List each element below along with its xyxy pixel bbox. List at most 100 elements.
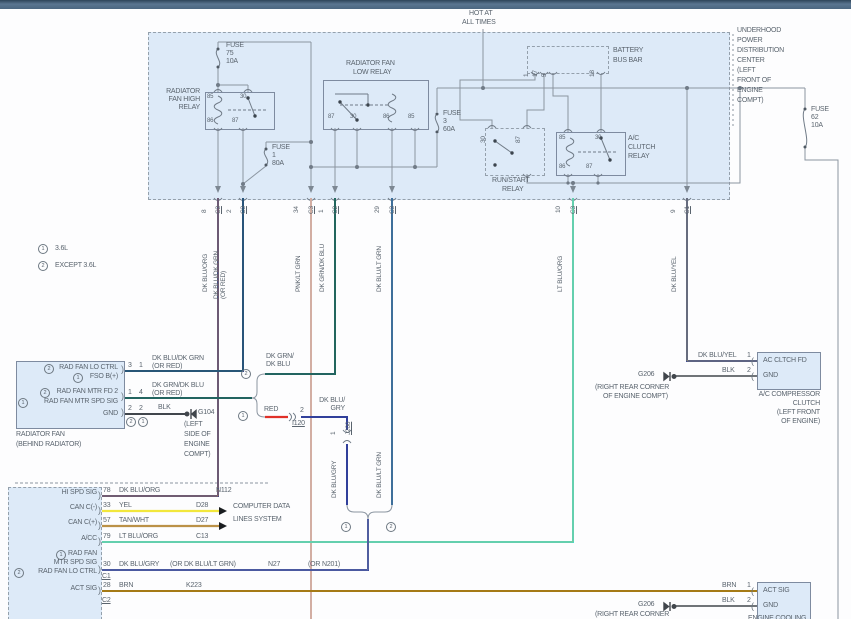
ac-pin-bracket: ( xyxy=(751,356,754,366)
wire-name-dk-blu-dk-grn: DK BLU/DK GRN (OR RED) xyxy=(213,251,227,299)
low-relay-pin-87: 87 xyxy=(328,114,335,120)
ac-relay-pin-86: 86 xyxy=(559,164,566,170)
pcm-connector-c1: C1 xyxy=(102,573,111,580)
ac-label-gnd: GND xyxy=(763,372,778,379)
ground-g206b-label: G206 xyxy=(638,601,655,608)
fan-row1-wire-alt: (OR RED) xyxy=(152,363,183,370)
g206b-location-line1: (RIGHT REAR CORNER xyxy=(595,611,670,618)
exit-pin: 29 xyxy=(374,206,381,213)
pcm-r6-wire: BRN xyxy=(119,582,134,589)
i120-connector-label: I120 xyxy=(292,420,305,427)
ac-relay-pin-87: 87 xyxy=(586,164,593,170)
act-wire1-name: BRN xyxy=(722,582,737,589)
merge-symbol-1: 1 xyxy=(341,522,351,532)
note-2-text: EXCEPT 3.6L xyxy=(55,262,97,269)
pcm-r5-wire-alt: (OR DK BLU/LT GRN) xyxy=(170,561,236,568)
window-top-bar xyxy=(0,0,851,9)
pcm-r5-circuit: N27 xyxy=(268,561,281,568)
exit-conn: C3 xyxy=(215,206,222,214)
fan-row3-pin-a: 2 xyxy=(128,405,132,412)
fan-row1-wire-name: DK BLU/DK GRN xyxy=(152,355,204,362)
fuse-62-amps: 10A xyxy=(811,122,823,129)
pcm-pin-label-hi-spd-sig: HI SPD SIG xyxy=(61,489,98,496)
j200-pin: 1 xyxy=(330,431,337,435)
fan-caption-line1: RADIATOR FAN xyxy=(16,431,65,438)
fan-row3-wire-name: BLK xyxy=(158,404,171,411)
pcm-r5-wire: DK BLU/GRY xyxy=(119,561,160,568)
pdc-label-line: CENTER xyxy=(737,57,765,64)
fuse-75-amps: 10A xyxy=(226,58,238,65)
bus-bar-label-line1: BATTERY xyxy=(613,47,644,54)
computer-data-lines-label1: COMPUTER DATA xyxy=(233,503,291,510)
pcm-r2-pin: 33 xyxy=(103,502,111,509)
run-start-pin-30: 30 xyxy=(480,136,487,143)
bus-pin-1: 1 xyxy=(523,73,530,77)
low-relay-pin-85: 85 xyxy=(408,114,415,120)
exit-conn: C3 xyxy=(389,206,396,214)
act-caption: ENGINE COOLING xyxy=(748,615,807,619)
fuse-3-amps: 60A xyxy=(443,126,455,133)
fuse-62-number: 62 xyxy=(811,114,819,121)
pcm-pin-label-mtr-spd-sig: MTR SPD SIG xyxy=(53,559,98,566)
ac-relay-label-line3: RELAY xyxy=(628,153,650,160)
pdc-label-line: POWER xyxy=(737,37,763,44)
high-relay-pin-85: 85 xyxy=(207,94,214,100)
high-relay-label: RADIATOR FAN HIGH RELAY xyxy=(166,88,200,111)
pcm-pin-label-act-sig: ACT SIG xyxy=(70,585,98,592)
ac-caption: A/C COMPRESSOR CLUTCH (LEFT FRONT OF ENGIN… xyxy=(758,391,821,425)
low-relay-label-line2: LOW RELAY xyxy=(353,69,392,76)
pcm-r4-pin: 79 xyxy=(103,533,111,540)
fan-row1-pin-b: 1 xyxy=(139,362,143,369)
pcm-pin-bracket: ) xyxy=(98,585,101,595)
fan-row1b-label: FSO B(+) xyxy=(89,373,118,380)
wiring-diagram-page: 1 3.6L 2 EXCEPT 3.6L HOT AT ALL TIMES UN… xyxy=(0,0,851,619)
g206-location-line2: OF ENGINE COMPT) xyxy=(603,393,668,400)
pcm-pin-label-can-c-plus: CAN C(+) xyxy=(68,519,97,526)
exit-conn: C3 xyxy=(570,206,577,214)
fan-row1-pin-a: 3 xyxy=(128,362,132,369)
exit-pin: 1 xyxy=(318,209,325,213)
pcm-pin-bracket: ) xyxy=(98,490,101,500)
pcm-r3-pin: 57 xyxy=(103,517,111,524)
pcm-pin-label-rad-fan: RAD FAN xyxy=(68,550,97,557)
pcm-pin-bracket: ) xyxy=(98,564,101,574)
fuse-1-amps: 80A xyxy=(272,160,284,167)
computer-data-lines-label2: LINES SYSTEM xyxy=(233,516,282,523)
high-relay-pin-30: 30 xyxy=(240,94,247,100)
g104-location-line2: SIDE OF xyxy=(184,431,211,438)
low-relay-label-line1: RADIATOR FAN xyxy=(346,60,395,67)
fan-caption-line2: (BEHIND RADIATOR) xyxy=(16,441,82,448)
low-relay-pin-30: 30 xyxy=(350,114,357,120)
splice-braces xyxy=(251,373,393,520)
hot-label-line1: HOT AT xyxy=(469,10,493,17)
bus-bar-label-line2: BUS BAR xyxy=(613,57,643,64)
red-wire-label: RED xyxy=(264,406,279,413)
fan-row3-pin-b: 2 xyxy=(139,405,143,412)
high-relay-pin-87: 87 xyxy=(232,118,239,124)
pdc-label-line: ENGINE xyxy=(737,87,763,94)
radiator-fan-low-relay-box xyxy=(323,80,429,130)
ac-wire1-name: DK BLU/YEL xyxy=(698,352,737,359)
note-2-symbol: 2 xyxy=(38,261,48,271)
pcm-r1-pin: 78 xyxy=(103,487,111,494)
j200-connector-label: J200 xyxy=(345,421,352,435)
pcm-r5-circuit-alt: (OR N201) xyxy=(308,561,341,568)
bus-pin-18: 18 xyxy=(589,70,596,77)
fan-row2a-label: RAD FAN MTR FD 2 xyxy=(56,388,119,395)
fuse-75-label: FUSE xyxy=(226,42,244,49)
fan-row1a-label: RAD FAN LO CTRL xyxy=(59,364,118,371)
act-label-act-sig: ACT SIG xyxy=(763,587,790,594)
fan-pin-bracket: ) xyxy=(121,407,124,417)
pcm-pin-label-rad-fan-lo-ctrl: RAD FAN LO CTRL xyxy=(38,568,97,575)
pcm-pin-bracket: ) xyxy=(98,536,101,546)
pcm-pin-label-can-c-minus: CAN C(-) xyxy=(69,504,97,511)
wire-name-dk-blu-gry-mid: DK BLU/GRY xyxy=(331,460,338,498)
low-relay-pin-86: 86 xyxy=(383,114,390,120)
run-start-pin-87: 87 xyxy=(515,136,522,143)
pcm-r4-circuit: C13 xyxy=(196,533,209,540)
act-label-gnd: GND xyxy=(763,602,778,609)
bus-pin-5: 5 xyxy=(541,73,548,77)
fan-row2-pin-a: 1 xyxy=(128,389,132,396)
exit-pin: 8 xyxy=(201,209,208,213)
g104-location-line1: (LEFT xyxy=(184,421,203,428)
